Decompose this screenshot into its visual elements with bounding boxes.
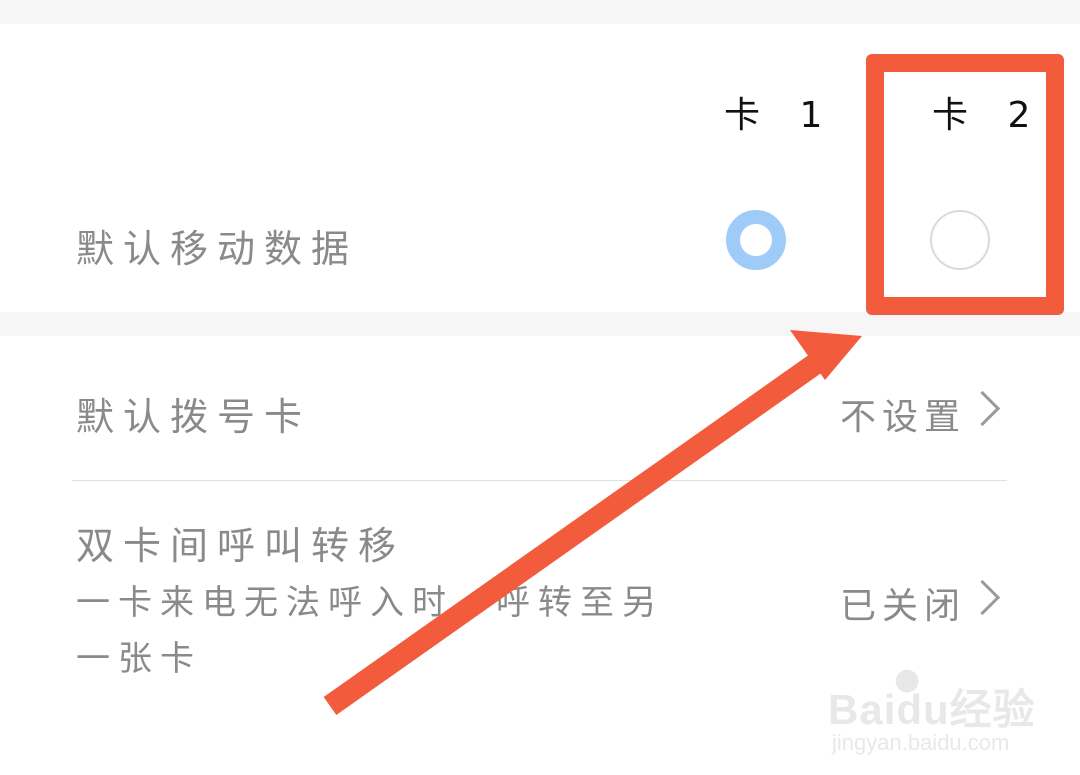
baidu-watermark: ● Baidu经验 jingyan.baidu.com: [828, 662, 1035, 762]
watermark-url: jingyan.baidu.com: [832, 730, 1010, 755]
pointer-arrow-annotation: [323, 330, 862, 715]
watermark-brand: Baidu经验: [828, 686, 1036, 733]
arrow-shaft: [323, 355, 822, 715]
